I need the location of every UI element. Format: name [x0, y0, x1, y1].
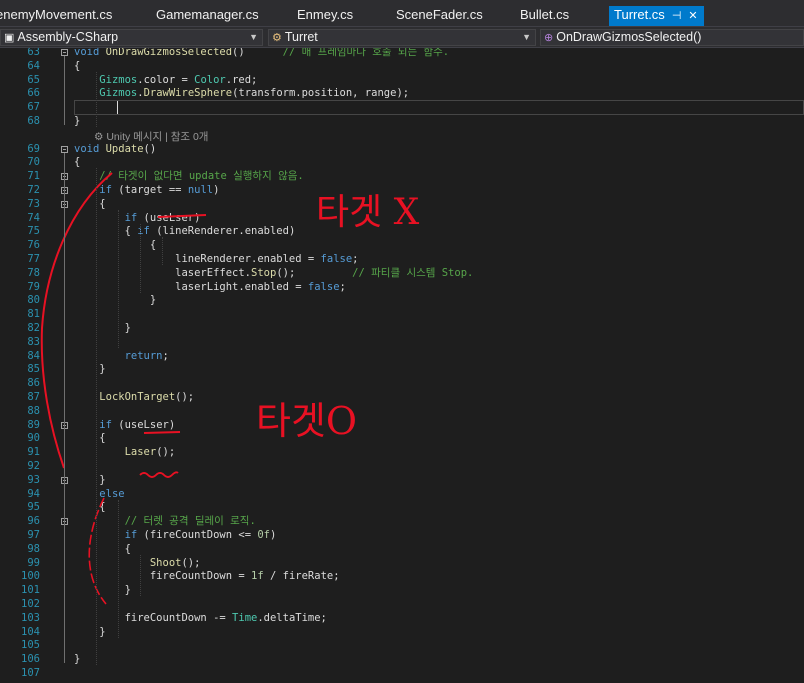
member-dropdown[interactable]: ⊕ OnDrawGizmosSelected()	[540, 29, 804, 46]
document-tab-bar: enemyMovement.cs Gamemanager.cs Enmey.cs Sc…	[0, 0, 804, 26]
tab-bullet-cs[interactable]: Bullet.cs	[520, 7, 569, 22]
tab-label: Enmey.cs	[297, 7, 354, 22]
tab-gamemanager-cs[interactable]: Gamemanager.cs	[156, 7, 259, 22]
indent-guide	[96, 71, 97, 127]
class-icon: ⚙	[272, 32, 282, 44]
ink-layer	[40, 172, 207, 605]
class-dropdown[interactable]: ⚙ Turret ▼	[268, 29, 536, 46]
pin-icon[interactable]: ⊣	[672, 9, 682, 22]
outline-line	[64, 152, 65, 664]
indent-guide	[140, 554, 141, 597]
code-editor[interactable]: 63 64 65 66 67 68 69 70 71 72 73 74 75 76 77 78 79 80 81 82…	[0, 48, 804, 683]
collapse-icon[interactable]	[61, 145, 68, 153]
indent-guide	[140, 223, 141, 293]
tab-label: Turret.cs	[614, 7, 665, 22]
outline-line	[64, 56, 65, 125]
ink-bracket-has-target	[88, 497, 107, 605]
ink-bracket-no-target	[40, 172, 113, 469]
navigation-bar: ▣ Assembly-CSharp ▼ ⚙ Turret ▼ ⊕ OnDrawGizm…	[0, 26, 804, 48]
indent-guide	[118, 209, 119, 348]
chevron-down-icon: ▼	[522, 32, 531, 42]
indent-guide	[96, 168, 97, 666]
indent-guide	[162, 237, 163, 265]
project-dropdown[interactable]: ▣ Assembly-CSharp ▼	[0, 29, 263, 46]
tab-scenefader-cs[interactable]: SceneFader.cs	[396, 7, 483, 22]
tab-turret-cs[interactable]: Turret.cs ⊣ ✕	[609, 6, 704, 26]
ink-squiggle-laser	[139, 471, 179, 478]
tab-label: enemyMovement.cs	[0, 7, 113, 22]
text-caret	[117, 101, 118, 115]
project-dropdown-label: Assembly-CSharp	[17, 30, 119, 44]
method-icon: ⊕	[544, 32, 554, 44]
csharp-project-icon: ▣	[4, 32, 15, 44]
class-dropdown-label: Turret	[284, 30, 318, 44]
member-dropdown-label: OnDrawGizmosSelected()	[556, 30, 702, 44]
indent-guide	[118, 499, 119, 638]
close-icon[interactable]: ✕	[688, 9, 697, 22]
ink-underline-uselser-2	[143, 431, 181, 434]
tab-enmey-cs[interactable]: Enmey.cs	[297, 7, 353, 22]
tab-label: SceneFader.cs	[396, 7, 483, 22]
tab-label: Bullet.cs	[520, 7, 570, 22]
ink-underline-uselser-1	[157, 214, 207, 218]
tab-label: Gamemanager.cs	[156, 7, 259, 22]
collapse-icon[interactable]	[61, 49, 68, 56]
tab-enemymovement-cs[interactable]: enemyMovement.cs	[0, 7, 112, 22]
chevron-down-icon: ▼	[249, 32, 258, 42]
